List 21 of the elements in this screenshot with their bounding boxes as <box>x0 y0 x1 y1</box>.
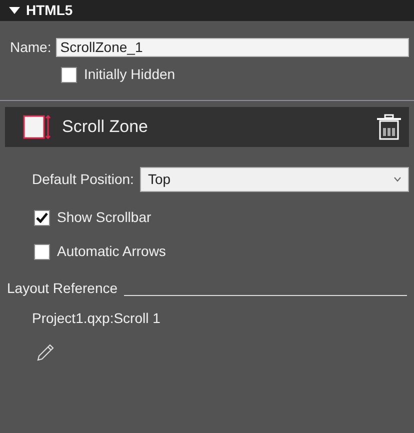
option-label: Automatic Arrows <box>57 242 166 261</box>
collapse-arrow-icon <box>9 7 20 14</box>
component-title: Scroll Zone <box>62 116 149 138</box>
name-input[interactable]: ScrollZone_1 <box>56 38 409 57</box>
layout-reference-title: Layout Reference <box>7 279 118 298</box>
name-label: Name: <box>10 38 52 57</box>
section-header[interactable]: HTML5 <box>0 0 414 21</box>
checkmark-icon <box>36 212 48 223</box>
option-label: Show Scrollbar <box>57 208 152 227</box>
scroll-zone-icon <box>23 115 52 139</box>
checkbox[interactable] <box>34 244 50 260</box>
trash-icon[interactable] <box>376 114 402 140</box>
checkbox[interactable] <box>34 210 50 226</box>
pencil-icon[interactable] <box>37 343 55 361</box>
checkbox[interactable] <box>61 66 77 82</box>
initially-hidden-label: Initially Hidden <box>84 65 176 84</box>
section-title: HTML5 <box>26 1 73 20</box>
default-position-label: Default Position: <box>32 170 134 189</box>
layout-reference-value: Project1.qxp:Scroll 1 <box>32 310 160 326</box>
position-dropdown[interactable]: Top <box>140 167 409 192</box>
chevron-icon <box>394 177 401 182</box>
